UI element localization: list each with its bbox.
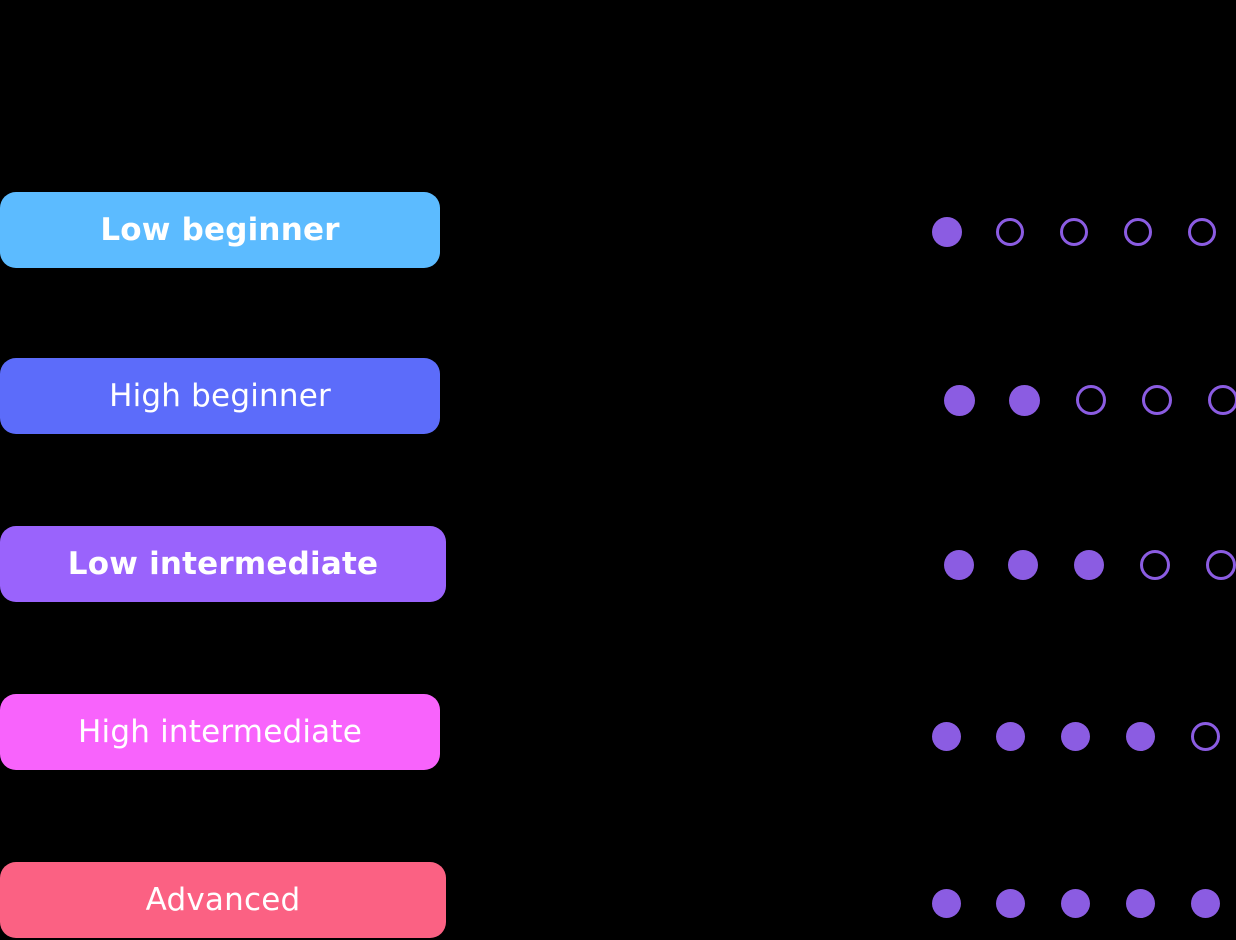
rating-dot-filled[interactable] (1126, 888, 1155, 918)
rating-dot-filled[interactable] (1191, 888, 1220, 918)
level-label-text: High intermediate (78, 713, 362, 750)
rating-dot-filled[interactable] (932, 217, 962, 247)
rating-dot-filled[interactable] (1061, 721, 1090, 751)
rating-dot-filled[interactable] (996, 721, 1025, 751)
rating-dot-hollow[interactable] (1142, 385, 1172, 415)
level-label-pill[interactable]: High beginner (0, 358, 440, 434)
rating-dot-filled[interactable] (944, 384, 975, 416)
rating-dots (932, 888, 1220, 918)
rating-dot-hollow[interactable] (1140, 550, 1170, 580)
rating-dot-filled[interactable] (1061, 888, 1090, 918)
rating-dots (944, 550, 1236, 580)
rating-dot-hollow[interactable] (1188, 218, 1216, 246)
rating-dot-hollow[interactable] (1124, 218, 1152, 246)
rating-dot-hollow[interactable] (1206, 550, 1236, 580)
level-label-pill[interactable]: Advanced (0, 862, 446, 938)
rating-dot-hollow[interactable] (1060, 218, 1088, 246)
rating-dot-hollow[interactable] (1076, 385, 1106, 415)
level-label-text: High beginner (109, 377, 331, 414)
level-label-text: Advanced (145, 881, 301, 918)
level-label-text: Low beginner (100, 211, 340, 248)
rating-dots (932, 721, 1220, 751)
rating-dot-filled[interactable] (944, 550, 974, 580)
rating-dot-filled[interactable] (1074, 550, 1104, 580)
level-label-pill[interactable]: High intermediate (0, 694, 440, 770)
rating-dot-filled[interactable] (932, 888, 961, 918)
rating-dots (944, 384, 1236, 416)
rating-dot-filled[interactable] (1126, 721, 1155, 751)
rating-dots (932, 217, 1216, 247)
proficiency-level-scale: Low beginner High beginner Low intermediat… (0, 0, 1236, 940)
level-label-pill[interactable]: Low intermediate (0, 526, 446, 602)
level-label-text: Low intermediate (67, 545, 379, 582)
rating-dot-filled[interactable] (996, 888, 1025, 918)
rating-dot-filled[interactable] (1008, 550, 1038, 580)
rating-dot-hollow[interactable] (1208, 385, 1236, 415)
level-label-pill[interactable]: Low beginner (0, 192, 440, 268)
rating-dot-hollow[interactable] (996, 218, 1024, 246)
rating-dot-filled[interactable] (932, 721, 961, 751)
rating-dot-filled[interactable] (1009, 384, 1040, 416)
rating-dot-hollow[interactable] (1191, 721, 1220, 751)
